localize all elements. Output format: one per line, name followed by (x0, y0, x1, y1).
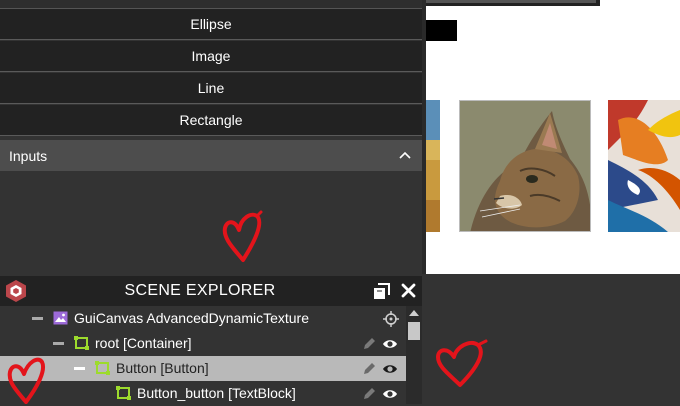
toolbox-top-strip (0, 0, 422, 9)
gui-canvas-preview[interactable] (426, 0, 680, 274)
ellipse-button[interactable]: Ellipse (0, 9, 422, 40)
collapse-dash-icon[interactable] (74, 367, 85, 370)
tree-node-button[interactable]: Button [Button] (0, 356, 406, 381)
tree-scrollbar[interactable] (406, 306, 422, 404)
close-icon[interactable] (400, 282, 417, 299)
eye-icon[interactable] (382, 336, 398, 352)
toolbox-panel: Ellipse Image Line Rectangle Inputs (0, 0, 422, 276)
tree-node-button-textblock[interactable]: Button_button [TextBlock] (0, 381, 406, 406)
container-icon (95, 361, 110, 375)
heart-doodle-icon (7, 357, 45, 404)
pen-icon[interactable] (361, 361, 377, 377)
target-icon[interactable] (383, 311, 399, 327)
scrollbar-thumb[interactable] (408, 322, 420, 340)
tree-node-label: root [Container] (95, 335, 192, 351)
tree-node-label: Button [Button] (116, 360, 209, 376)
scroll-up-arrow-icon[interactable] (409, 310, 419, 316)
canvas-top-bar (426, 0, 600, 6)
collapse-dash-icon[interactable] (53, 342, 64, 345)
rectangle-button[interactable]: Rectangle (0, 105, 422, 136)
scene-explorer-panel: SCENE EXPLORER GuiCanvas AdvancedDynamic… (0, 276, 422, 404)
eye-icon[interactable] (382, 361, 398, 377)
inputs-section-header[interactable]: Inputs (0, 140, 422, 171)
image-button[interactable]: Image (0, 41, 422, 72)
heart-doodle-icon (222, 210, 263, 262)
tree-node-label: GuiCanvas AdvancedDynamicTexture (74, 310, 310, 326)
pen-icon[interactable] (361, 336, 377, 352)
collapse-dash-icon[interactable] (32, 317, 43, 320)
tree-node-label: Button_button [TextBlock] (137, 385, 296, 401)
image-icon (53, 311, 68, 325)
dock-window-icon[interactable] (373, 283, 390, 300)
tree-node-guicanvas[interactable]: GuiCanvas AdvancedDynamicTexture (0, 306, 406, 331)
tree-node-root-container[interactable]: root [Container] (0, 331, 406, 356)
line-button[interactable]: Line (0, 73, 422, 104)
black-rectangle-control[interactable] (426, 20, 457, 41)
scene-explorer-header: SCENE EXPLORER (0, 276, 422, 306)
heart-doodle-icon (436, 339, 488, 387)
inputs-section-title: Inputs (9, 147, 48, 164)
image-thumbnail-left[interactable] (426, 100, 440, 232)
eye-icon[interactable] (382, 386, 398, 402)
container-icon (116, 386, 131, 400)
scene-explorer-title: SCENE EXPLORER (124, 282, 276, 299)
container-icon (74, 336, 89, 350)
pen-icon[interactable] (361, 386, 377, 402)
cat-image-thumbnail[interactable] (459, 100, 591, 232)
chevron-up-icon[interactable] (398, 148, 412, 162)
image-thumbnail-right[interactable] (608, 100, 680, 232)
inputs-section-body (0, 171, 422, 276)
